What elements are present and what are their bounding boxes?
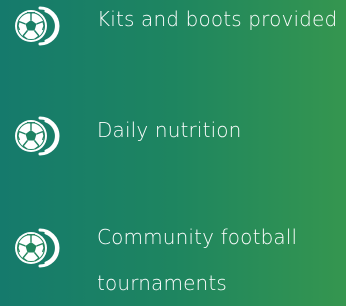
feature-label: Daily nutrition [97,118,242,142]
feature-label: Community football tournaments [97,225,298,295]
feature-label: Kits and boots provided [97,7,338,31]
football-icon [9,226,63,270]
football-icon [9,114,63,158]
football-icon [9,4,63,48]
feature-list: Kits and boots provided Daily nutrition [0,0,346,297]
